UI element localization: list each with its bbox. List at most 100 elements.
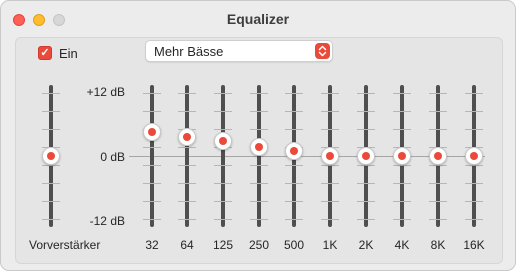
- scale-tick: [143, 165, 161, 166]
- enable-checkbox-label[interactable]: Ein: [59, 46, 78, 61]
- scale-tick: [321, 183, 339, 184]
- scale-tick: [42, 219, 60, 220]
- scale-tick: [429, 129, 447, 130]
- scale-label-min: -12 dB: [89, 214, 125, 228]
- scale-tick: [178, 147, 196, 148]
- scale-tick: [321, 129, 339, 130]
- scale-label-zero: 0 dB: [100, 150, 125, 164]
- band-64-slider-track[interactable]: [185, 85, 189, 227]
- scale-tick: [42, 93, 60, 94]
- scale-tick: [321, 165, 339, 166]
- scale-tick: [214, 219, 232, 220]
- band-16K-slider-label: 16K: [463, 238, 485, 252]
- band-16K-slider-knob[interactable]: [465, 147, 483, 165]
- scale-tick: [393, 93, 411, 94]
- band-4K-slider-label: 4K: [394, 238, 410, 252]
- popup-arrows-icon: [315, 43, 330, 59]
- scale-tick: [429, 183, 447, 184]
- scale-tick: [42, 165, 60, 166]
- scale-tick: [321, 219, 339, 220]
- scale-tick: [465, 129, 483, 130]
- checkmark-icon: ✓: [40, 47, 50, 59]
- equalizer-window: Equalizer ✓ Ein Mehr Bässe +12 dB 0 dB -…: [0, 0, 516, 271]
- scale-tick: [143, 183, 161, 184]
- scale-tick: [214, 111, 232, 112]
- scale-tick: [250, 219, 268, 220]
- scale-tick: [285, 129, 303, 130]
- band-1K-slider-knob[interactable]: [321, 147, 339, 165]
- scale-tick: [393, 183, 411, 184]
- scale-tick: [250, 201, 268, 202]
- scale-tick: [143, 147, 161, 148]
- scale-tick: [42, 183, 60, 184]
- scale-tick: [285, 183, 303, 184]
- scale-tick: [321, 93, 339, 94]
- scale-tick: [143, 93, 161, 94]
- scale-tick: [42, 201, 60, 202]
- band-125-slider-knob[interactable]: [214, 131, 232, 150]
- band-32-slider-track[interactable]: [150, 85, 154, 227]
- scale-tick: [285, 93, 303, 94]
- window-title: Equalizer: [226, 11, 290, 27]
- scale-tick: [357, 93, 375, 94]
- scale-tick: [429, 201, 447, 202]
- band-2K-slider-knob[interactable]: [357, 147, 375, 165]
- enable-checkbox[interactable]: ✓: [38, 46, 52, 60]
- band-1K-slider-label: 1K: [322, 238, 338, 252]
- scale-tick: [178, 165, 196, 166]
- scale-tick: [393, 111, 411, 112]
- scale-tick: [321, 111, 339, 112]
- scale-tick: [465, 219, 483, 220]
- scale-tick: [250, 129, 268, 130]
- scale-tick: [357, 129, 375, 130]
- scale-tick: [465, 201, 483, 202]
- scale-tick: [143, 111, 161, 112]
- band-500-slider-label: 500: [283, 238, 305, 252]
- scale-tick: [285, 219, 303, 220]
- scale-tick: [465, 111, 483, 112]
- band-64-slider-label: 64: [180, 238, 194, 252]
- scale-tick: [393, 129, 411, 130]
- band-32-slider-label: 32: [145, 238, 159, 252]
- preset-selected-value: Mehr Bässe: [154, 44, 224, 59]
- scale-tick: [429, 219, 447, 220]
- scale-tick: [357, 201, 375, 202]
- scale-tick: [285, 201, 303, 202]
- scale-tick: [178, 201, 196, 202]
- band-8K-slider-label: 8K: [430, 238, 446, 252]
- band-250-slider-label: 250: [248, 238, 270, 252]
- preamp-slider-knob[interactable]: [42, 147, 60, 165]
- scale-tick: [214, 201, 232, 202]
- scale-tick: [393, 165, 411, 166]
- scale-tick: [429, 165, 447, 166]
- band-4K-slider-knob[interactable]: [393, 147, 411, 165]
- scale-tick: [250, 165, 268, 166]
- scale-tick: [285, 165, 303, 166]
- scale-tick: [357, 219, 375, 220]
- scale-tick: [143, 201, 161, 202]
- scale-label-max: +12 dB: [86, 85, 125, 99]
- scale-tick: [357, 183, 375, 184]
- scale-tick: [393, 219, 411, 220]
- scale-tick: [465, 93, 483, 94]
- scale-tick: [178, 93, 196, 94]
- band-125-slider-track[interactable]: [221, 85, 225, 227]
- band-64-slider-knob[interactable]: [178, 128, 196, 147]
- band-125-slider-label: 125: [212, 238, 234, 252]
- scale-tick: [178, 111, 196, 112]
- scale-tick: [357, 165, 375, 166]
- band-2K-slider-label: 2K: [358, 238, 374, 252]
- scale-tick: [42, 111, 60, 112]
- band-8K-slider-knob[interactable]: [429, 147, 447, 165]
- scale-tick: [214, 129, 232, 130]
- preset-popup-button[interactable]: Mehr Bässe: [145, 40, 333, 62]
- band-250-slider-knob[interactable]: [250, 137, 268, 156]
- scale-tick: [465, 165, 483, 166]
- scale-tick: [250, 183, 268, 184]
- scale-tick: [465, 183, 483, 184]
- scale-tick: [321, 201, 339, 202]
- scale-tick: [143, 219, 161, 220]
- band-250-slider-track[interactable]: [257, 85, 261, 227]
- scale-tick: [214, 165, 232, 166]
- preamp-label: Vorverstärker: [29, 238, 101, 252]
